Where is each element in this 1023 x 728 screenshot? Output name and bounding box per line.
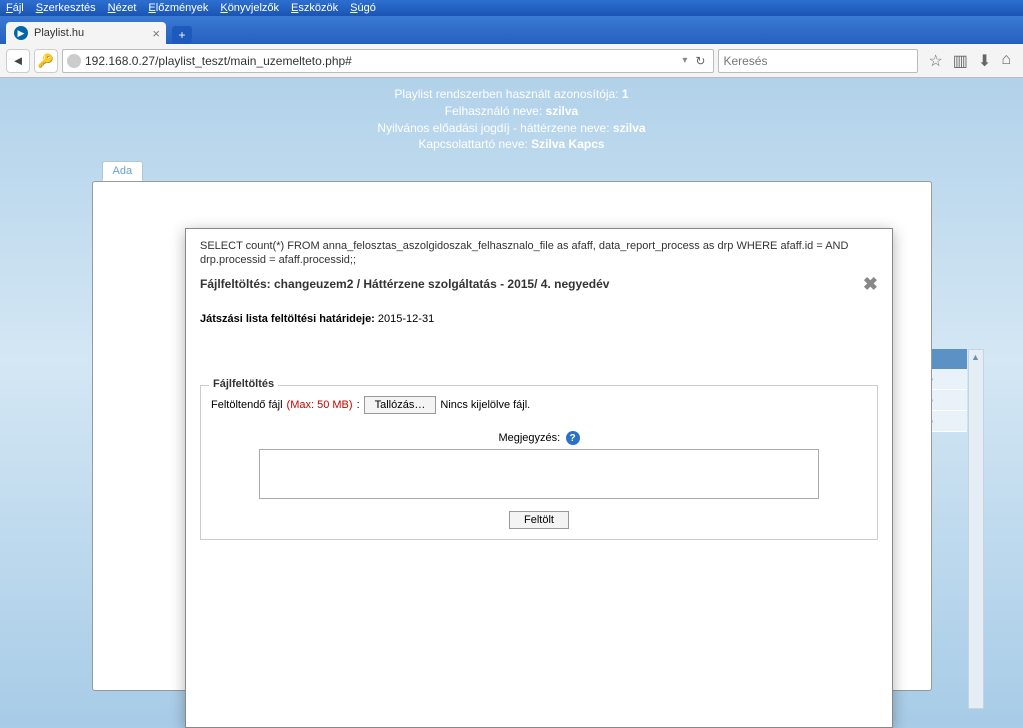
home-icon[interactable]: ⌂ xyxy=(1001,51,1011,71)
page-body: Playlist rendszerben használt azonosítój… xyxy=(0,78,1023,718)
tab-close-icon[interactable]: × xyxy=(152,26,160,41)
content-tab[interactable]: Ada xyxy=(102,161,144,181)
browser-tab[interactable]: ▶ Playlist.hu × xyxy=(6,22,166,44)
dialog-title: Fájlfeltöltés: changeuzem2 / Háttérzene … xyxy=(200,277,609,291)
back-button[interactable]: ◄ xyxy=(6,49,30,73)
menu-item-edit[interactable]: Szerkesztés xyxy=(36,2,96,14)
comment-textarea[interactable] xyxy=(259,449,819,499)
upload-button[interactable]: Feltölt xyxy=(509,511,569,529)
page-header-info: Playlist rendszerben használt azonosítój… xyxy=(0,78,1023,161)
deadline-row: Játszási lista feltöltési határideje: 20… xyxy=(200,313,878,325)
tab-title: Playlist.hu xyxy=(34,27,84,39)
file-label: Feltöltendő fájl xyxy=(211,399,283,411)
reload-icon[interactable]: ↻ xyxy=(691,54,709,68)
help-icon[interactable]: ? xyxy=(566,431,580,445)
browser-menubar: Fájl Szerkesztés Nézet Előzmények Könyvj… xyxy=(0,0,1023,16)
search-input[interactable] xyxy=(723,54,913,68)
favicon-icon: ▶ xyxy=(14,26,28,40)
toolbar-right: ☆ ▥ ⬇ ⌂ xyxy=(922,51,1017,71)
fieldset-legend: Fájlfeltöltés xyxy=(209,378,278,390)
downloads-icon[interactable]: ⬇ xyxy=(978,51,991,71)
file-max-size: (Max: 50 MB) xyxy=(287,399,353,411)
file-row: Feltöltendő fájl (Max: 50 MB): Tallózás…… xyxy=(211,396,867,414)
scroll-up-icon[interactable]: ▲ xyxy=(969,350,983,364)
browse-button[interactable]: Tallózás… xyxy=(364,396,437,414)
file-upload-fieldset: Fájlfeltöltés Feltöltendő fájl (Max: 50 … xyxy=(200,385,878,541)
library-icon[interactable]: ▥ xyxy=(953,51,968,71)
bookmark-star-icon[interactable]: ☆ xyxy=(928,51,942,71)
url-bar: ▾ ↻ xyxy=(62,49,714,73)
dialog-close-icon[interactable]: ✖ xyxy=(863,274,878,295)
new-tab-button[interactable]: + xyxy=(172,26,192,44)
url-input[interactable] xyxy=(85,54,678,68)
search-bar xyxy=(718,49,918,73)
menu-item-tools[interactable]: Eszközök xyxy=(291,2,338,14)
menu-item-file[interactable]: Fájl xyxy=(6,2,24,14)
upload-dialog: SELECT count(*) FROM anna_felosztas_aszo… xyxy=(185,228,893,728)
sql-debug-text: SELECT count(*) FROM anna_felosztas_aszo… xyxy=(200,239,878,268)
menu-item-view[interactable]: Nézet xyxy=(108,2,137,14)
url-dropdown-icon[interactable]: ▾ xyxy=(682,55,687,66)
no-file-selected: Nincs kijelölve fájl. xyxy=(440,399,530,411)
identity-button[interactable]: 🔑 xyxy=(34,49,58,73)
scrollbar[interactable]: ▲ xyxy=(968,349,984,709)
globe-icon xyxy=(67,54,81,68)
browser-navbar: ◄ 🔑 ▾ ↻ ☆ ▥ ⬇ ⌂ xyxy=(0,44,1023,78)
menu-item-bookmarks[interactable]: Könyvjelzők xyxy=(220,2,279,14)
comment-label: Megjegyzés: xyxy=(498,432,560,444)
menu-item-help[interactable]: Súgó xyxy=(350,2,376,14)
menu-item-history[interactable]: Előzmények xyxy=(148,2,208,14)
browser-tabbar: ▶ Playlist.hu × + xyxy=(0,16,1023,44)
